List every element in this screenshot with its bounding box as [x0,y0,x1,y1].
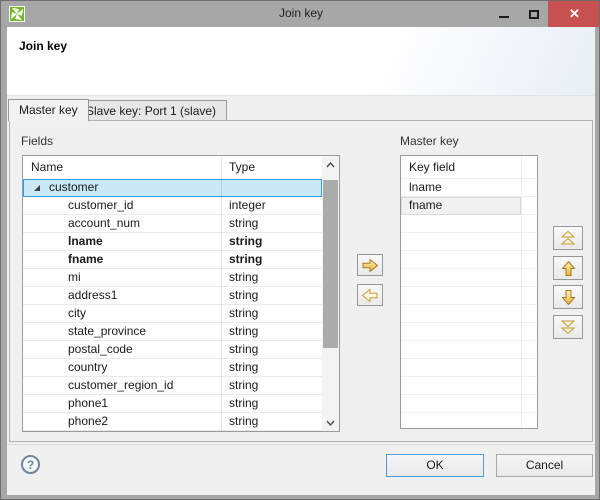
key-field-row[interactable]: lname [401,179,537,197]
field-type-cell: string [229,305,258,322]
table-row[interactable]: postal_code string [23,341,322,359]
fields-label: Fields [21,134,53,148]
maximize-button[interactable] [519,1,548,27]
join-key-dialog: Join key ✕ Join key Master key Slave key… [0,0,600,500]
table-row[interactable]: customer_id integer [23,197,322,215]
maximize-icon [529,10,539,19]
scroll-down-button[interactable] [322,414,339,431]
table-row[interactable]: account_num string [23,215,322,233]
double-chevron-down-icon [560,319,576,335]
dialog-header-title: Join key [19,39,67,53]
dialog-body: Join key Master key Slave key: Port 1 (s… [7,27,595,495]
table-row[interactable]: state_province string [23,323,322,341]
field-name-cell: postal_code [68,341,133,358]
field-name-cell: mi [68,269,81,286]
expander-icon[interactable] [33,184,41,192]
table-row[interactable]: phone1 string [23,395,322,413]
double-chevron-up-icon [560,230,576,246]
footer-separator [7,444,595,445]
field-name-cell: customer_region_id [68,377,173,394]
master-key-label: Master key [400,134,459,148]
field-type-cell: string [229,287,258,304]
field-name-cell: account_num [68,215,140,232]
column-header-type: Type [229,156,255,179]
right-arrow-icon [361,258,379,273]
field-type-cell: string [229,251,262,268]
fields-table: Name Type customer customer_id integer [22,155,340,432]
column-divider [221,156,222,431]
column-header-key-field: Key field [409,156,455,179]
column-divider [521,156,522,428]
tree-node-label: customer [49,179,98,196]
field-type-cell: string [229,377,258,394]
field-name-cell: address1 [68,287,117,304]
minimize-icon [499,16,509,18]
field-type-cell: string [229,413,258,430]
minimize-button[interactable] [489,1,519,27]
vertical-scrollbar[interactable] [322,156,339,431]
column-header-name: Name [31,156,63,179]
table-row[interactable]: city string [23,305,322,323]
close-button[interactable]: ✕ [548,1,600,27]
tab-master-key[interactable]: Master key [8,99,89,121]
help-button[interactable]: ? [21,455,40,474]
move-down-button[interactable] [553,285,583,309]
cancel-button[interactable]: Cancel [496,454,593,477]
remove-key-button[interactable] [357,284,383,306]
field-name-cell: fname [68,251,103,268]
scroll-up-button[interactable] [322,156,339,173]
scrollbar-thumb[interactable] [323,180,338,348]
table-row[interactable]: phone2 string [23,413,322,431]
move-top-button[interactable] [553,226,583,250]
field-name-cell: phone2 [68,413,108,430]
table-row[interactable]: mi string [23,269,322,287]
fields-rows: customer customer_id integer account_num… [23,179,322,431]
field-type-cell: string [229,215,258,232]
chevron-up-icon [326,162,335,168]
dialog-header: Join key [7,27,595,96]
arrow-down-icon [561,289,576,306]
left-arrow-icon [361,288,379,303]
table-row[interactable]: customer_region_id string [23,377,322,395]
master-key-rows: lnamefname [401,179,537,428]
master-key-table: Key field lnamefname [400,155,538,429]
field-type-cell: string [229,341,258,358]
field-name-cell: city [68,305,86,322]
table-row[interactable]: address1 string [23,287,322,305]
field-name-cell: country [68,359,107,376]
field-type-cell: string [229,359,258,376]
ok-button[interactable]: OK [386,454,484,477]
fields-table-header: Name Type [23,156,322,179]
move-up-button[interactable] [553,256,583,280]
tree-node-customer[interactable]: customer [23,179,322,197]
chevron-down-icon [326,420,335,426]
field-type-cell: string [229,269,258,286]
field-name-cell: phone1 [68,395,108,412]
key-field-row[interactable]: fname [401,197,521,215]
field-type-cell: string [229,233,262,250]
move-bottom-button[interactable] [553,315,583,339]
arrow-up-icon [561,260,576,277]
master-table-header: Key field [401,156,537,179]
table-row[interactable]: country string [23,359,322,377]
table-row[interactable]: lname string [23,233,322,251]
tab-slave-key[interactable]: Slave key: Port 1 (slave) [75,100,227,121]
field-type-cell: string [229,395,258,412]
field-name-cell: state_province [68,323,146,340]
field-type-cell: string [229,323,258,340]
field-type-cell: integer [229,197,266,214]
field-name-cell: customer_id [68,197,133,214]
tab-content: Fields Master key Name Type customer [9,120,593,442]
field-name-cell: lname [68,233,103,250]
help-icon: ? [27,458,34,472]
close-icon: ✕ [569,6,580,22]
titlebar[interactable]: Join key ✕ [1,1,600,27]
add-key-button[interactable] [357,254,383,276]
table-row[interactable]: fname string [23,251,322,269]
